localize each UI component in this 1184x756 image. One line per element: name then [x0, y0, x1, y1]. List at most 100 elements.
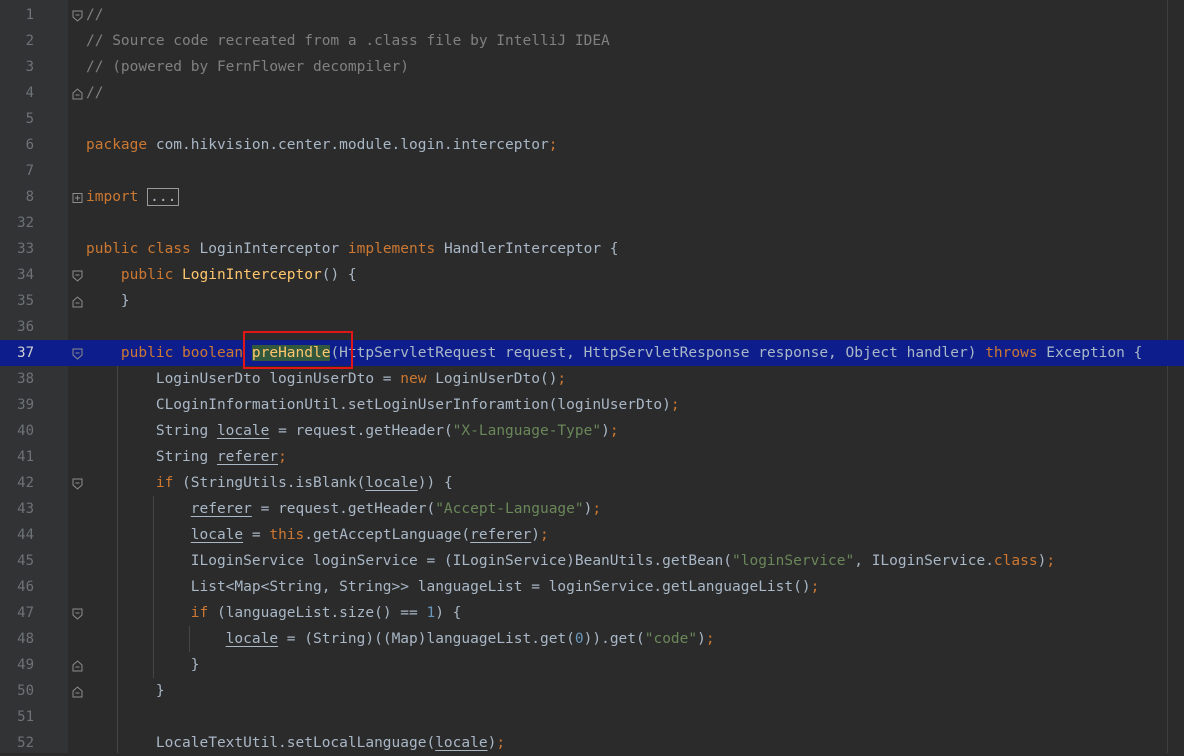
code-text[interactable]: List<Map<String, String>> languageList =…	[86, 574, 820, 600]
line-number[interactable]: 3	[0, 54, 34, 80]
code-text[interactable]: }	[86, 288, 130, 314]
line-number[interactable]: 52	[0, 730, 34, 756]
code-token: "X-Language-Type"	[452, 423, 602, 439]
code-line[interactable]: 52 LocaleTextUtil.setLocalLanguage(local…	[0, 730, 1184, 756]
line-number[interactable]: 33	[0, 236, 34, 262]
code-line[interactable]: 47 if (languageList.size() == 1) {	[0, 600, 1184, 626]
code-line[interactable]: 8 import ...	[0, 184, 1184, 210]
code-text[interactable]: LocaleTextUtil.setLocalLanguage(locale);	[86, 730, 505, 756]
fold-marker-icon[interactable]	[72, 87, 83, 100]
code-text[interactable]: }	[86, 652, 200, 678]
fold-marker-icon[interactable]	[72, 685, 83, 698]
code-line[interactable]: 38 LoginUserDto loginUserDto = new Login…	[0, 366, 1184, 392]
code-line[interactable]: 34 public LoginInterceptor() {	[0, 262, 1184, 288]
line-number[interactable]: 40	[0, 418, 34, 444]
code-line[interactable]: 48 locale = (String)((Map)languageList.g…	[0, 626, 1184, 652]
code-line[interactable]: 50 }	[0, 678, 1184, 704]
line-number[interactable]: 48	[0, 626, 34, 652]
line-number[interactable]: 4	[0, 80, 34, 106]
code-line[interactable]: 39 CLoginInformationUtil.setLoginUserInf…	[0, 392, 1184, 418]
code-line[interactable]: 41 String referer;	[0, 444, 1184, 470]
line-number[interactable]: 49	[0, 652, 34, 678]
fold-marker-icon[interactable]	[72, 607, 83, 620]
code-token: import	[86, 189, 139, 205]
code-text[interactable]: // Source code recreated from a .class f…	[86, 28, 610, 54]
code-text[interactable]: //	[86, 2, 103, 28]
code-line[interactable]: 35 }	[0, 288, 1184, 314]
code-line[interactable]: 6 package com.hikvision.center.module.log…	[0, 132, 1184, 158]
code-token: ;	[609, 423, 619, 439]
code-editor[interactable]: 1 // 2 // Source code recreated from a .cla…	[0, 0, 1184, 753]
line-number[interactable]: 50	[0, 678, 34, 704]
code-line[interactable]: 4 //	[0, 80, 1184, 106]
code-line[interactable]: 5	[0, 106, 1184, 132]
indent-guide	[117, 366, 118, 753]
code-text[interactable]: import ...	[86, 184, 180, 210]
line-number[interactable]: 43	[0, 496, 34, 522]
collapsed-imports-button[interactable]: ...	[147, 188, 180, 206]
line-number[interactable]: 45	[0, 548, 34, 574]
code-text[interactable]: public LoginInterceptor() {	[86, 262, 357, 288]
code-line[interactable]: 2 // Source code recreated from a .class …	[0, 28, 1184, 54]
code-token: locale	[190, 527, 244, 543]
code-line[interactable]: 36	[0, 314, 1184, 340]
fold-marker-icon[interactable]	[72, 9, 83, 22]
fold-marker-icon[interactable]	[72, 477, 83, 490]
code-line[interactable]: 1 //	[0, 2, 1184, 28]
code-text[interactable]: //	[86, 80, 103, 106]
code-text[interactable]: if (StringUtils.isBlank(locale)) {	[86, 470, 453, 496]
fold-marker-icon[interactable]	[72, 659, 83, 672]
line-number[interactable]: 1	[0, 2, 34, 28]
line-number[interactable]: 42	[0, 470, 34, 496]
line-number[interactable]: 5	[0, 106, 34, 132]
code-line[interactable]: 44 locale = this.getAcceptLanguage(refer…	[0, 522, 1184, 548]
code-line[interactable]: 45 ILoginService loginService = (ILoginS…	[0, 548, 1184, 574]
code-text[interactable]: String locale = request.getHeader("X-Lan…	[86, 418, 619, 444]
code-text[interactable]: CLoginInformationUtil.setLoginUserInfora…	[86, 392, 680, 418]
line-number[interactable]: 38	[0, 366, 34, 392]
line-number[interactable]: 7	[0, 158, 34, 184]
line-number[interactable]: 35	[0, 288, 34, 314]
line-number[interactable]: 37	[0, 340, 34, 366]
code-line[interactable]: 40 String locale = request.getHeader("X-…	[0, 418, 1184, 444]
code-text[interactable]: }	[86, 678, 165, 704]
line-number[interactable]: 41	[0, 444, 34, 470]
code-line[interactable]: 49 }	[0, 652, 1184, 678]
code-line[interactable]: 37 public boolean preHandle(HttpServletR…	[0, 340, 1184, 366]
fold-expand-icon[interactable]	[72, 191, 83, 203]
code-text[interactable]: locale = this.getAcceptLanguage(referer)…	[86, 522, 549, 548]
line-number[interactable]: 6	[0, 132, 34, 158]
fold-marker-icon[interactable]	[72, 269, 83, 282]
code-line[interactable]: 32	[0, 210, 1184, 236]
code-line[interactable]: 7	[0, 158, 1184, 184]
code-line[interactable]: 43 referer = request.getHeader("Accept-L…	[0, 496, 1184, 522]
code-line[interactable]: 33 public class LoginInterceptor implemen…	[0, 236, 1184, 262]
line-number[interactable]: 44	[0, 522, 34, 548]
line-number[interactable]: 47	[0, 600, 34, 626]
code-text[interactable]: LoginUserDto loginUserDto = new LoginUse…	[86, 366, 566, 392]
line-number[interactable]: 46	[0, 574, 34, 600]
fold-marker-icon[interactable]	[72, 347, 83, 360]
line-number[interactable]: 51	[0, 704, 34, 730]
line-number[interactable]: 36	[0, 314, 34, 340]
code-text[interactable]: locale = (String)((Map)languageList.get(…	[86, 626, 715, 652]
code-text[interactable]: package com.hikvision.center.module.logi…	[86, 132, 557, 158]
code-line[interactable]: 42 if (StringUtils.isBlank(locale)) {	[0, 470, 1184, 496]
line-number[interactable]: 39	[0, 392, 34, 418]
line-number[interactable]: 32	[0, 210, 34, 236]
code-text[interactable]: referer = request.getHeader("Accept-Lang…	[86, 496, 601, 522]
code-token: //	[86, 85, 104, 101]
code-text[interactable]: ILoginService loginService = (ILoginServ…	[86, 548, 1055, 574]
code-text[interactable]: // (powered by FernFlower decompiler)	[86, 54, 409, 80]
line-number[interactable]: 34	[0, 262, 34, 288]
line-number[interactable]: 2	[0, 28, 34, 54]
line-number[interactable]: 8	[0, 184, 34, 210]
fold-marker-icon[interactable]	[72, 295, 83, 308]
code-line[interactable]: 3 // (powered by FernFlower decompiler)	[0, 54, 1184, 80]
code-line[interactable]: 51	[0, 704, 1184, 730]
indent-guide	[153, 496, 154, 678]
code-line[interactable]: 46 List<Map<String, String>> languageLis…	[0, 574, 1184, 600]
code-text[interactable]: if (languageList.size() == 1) {	[86, 600, 462, 626]
code-text[interactable]: public class LoginInterceptor implements…	[86, 236, 619, 262]
